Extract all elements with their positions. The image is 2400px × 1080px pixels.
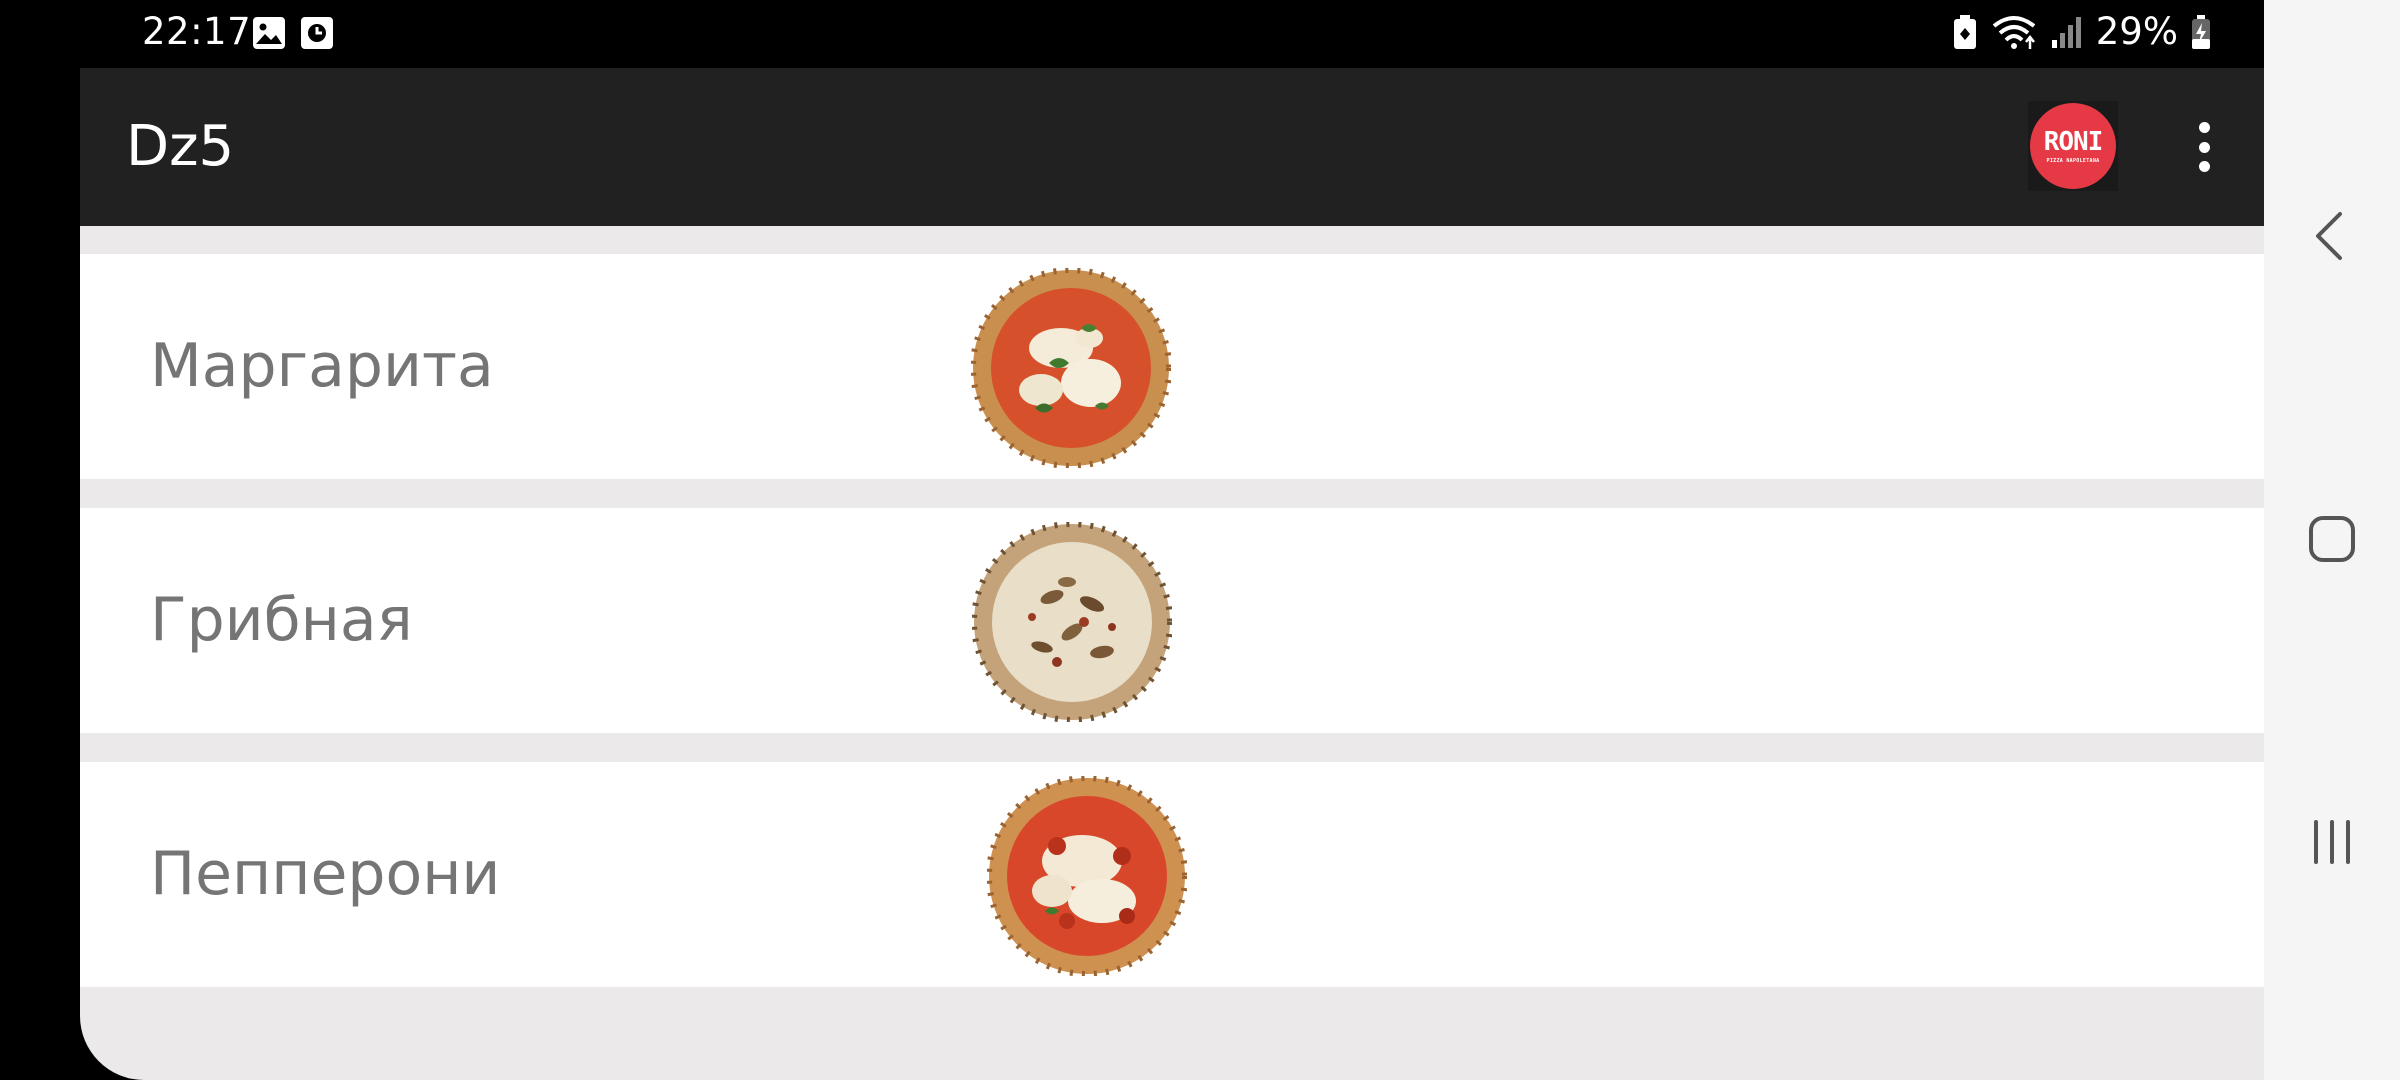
back-icon[interactable]	[2292, 196, 2372, 276]
battery-percent: 29%	[2095, 10, 2178, 53]
logo-subtext: PIZZA NAPOLETANA	[2046, 158, 2100, 164]
pizza-name: Грибная	[150, 585, 413, 655]
battery-saver-icon	[1953, 15, 1976, 49]
status-right-icons: 29%	[1952, 8, 2212, 56]
more-vert-icon[interactable]	[2180, 116, 2228, 178]
recents-icon[interactable]	[2292, 802, 2372, 882]
list-item-pepperoni[interactable]: Пепперони	[80, 762, 2264, 987]
list-item-margherita[interactable]: Маргарита	[80, 254, 2264, 479]
margherita-pizza-image	[971, 268, 1171, 468]
home-icon[interactable]	[2292, 499, 2372, 579]
pizza-list: Маргарита Грибная Пепперони	[80, 254, 2264, 1016]
menu-dot	[2198, 122, 2210, 133]
signal-icon	[2051, 17, 2081, 48]
logo-disc: RONI PIZZA NAPOLETANA	[2030, 103, 2116, 189]
roni-logo[interactable]: RONI PIZZA NAPOLETANA	[2028, 101, 2118, 191]
pepperoni-pizza-image	[987, 776, 1187, 976]
battery-icon	[2192, 15, 2210, 49]
status-time: 22:17	[142, 10, 252, 53]
menu-dot	[2198, 161, 2210, 172]
app-bar: Dz5 RONI PIZZA NAPOLETANA	[80, 68, 2264, 226]
list-item-mushroom[interactable]: Грибная	[80, 508, 2264, 733]
wifi-icon	[1992, 16, 2035, 49]
clock-icon	[301, 17, 333, 49]
app-screen: Dz5 RONI PIZZA NAPOLETANA Маргарита Гриб…	[80, 68, 2264, 1080]
gallery-icon	[253, 17, 285, 49]
menu-dot	[2198, 141, 2210, 153]
status-bar: 22:17 29%	[0, 0, 2264, 68]
logo-text: RONI	[2043, 127, 2104, 157]
pizza-name: Маргарита	[150, 331, 494, 401]
mushroom-pizza-image	[972, 522, 1172, 722]
navigation-bar	[2264, 0, 2400, 1080]
app-title: Dz5	[126, 114, 235, 179]
pizza-name: Пепперони	[150, 839, 501, 909]
